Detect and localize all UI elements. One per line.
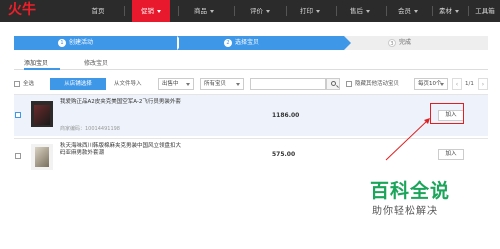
import-from-file-button[interactable]: 从文件导入 — [114, 78, 142, 90]
nav-label: 首页 — [91, 7, 105, 15]
chevron-down-icon — [210, 9, 214, 13]
product-thumbnail[interactable] — [31, 101, 53, 127]
step-arrow — [179, 36, 186, 50]
chevron-down-icon — [186, 83, 190, 86]
nav-divider — [234, 6, 235, 16]
nav-item-reviews[interactable]: 评价 — [240, 0, 280, 22]
nav-divider — [124, 6, 125, 16]
page-size-select[interactable]: 每页10个 — [414, 78, 448, 90]
page-size-value: 每页10个 — [418, 81, 442, 87]
page-indicator: 1/1 — [465, 81, 474, 87]
nav-label: 售后 — [350, 7, 363, 15]
select-all-label: 全选 — [23, 81, 35, 87]
product-price: 1186.00 — [272, 112, 300, 119]
item-tabs: 添加宝贝 修改宝贝 — [14, 58, 488, 70]
product-price: 575.00 — [272, 151, 296, 158]
product-image — [34, 105, 50, 125]
step-select-items: 2 选择宝贝 — [174, 36, 344, 50]
product-checkbox[interactable] — [15, 112, 21, 118]
nav-item-home[interactable]: 首页 — [80, 0, 116, 22]
nav-label: 商品 — [194, 7, 207, 15]
step-create-activity: 1 创建活动 — [14, 36, 179, 50]
nav-item-toolbox[interactable]: 工具箱 — [472, 0, 498, 22]
nav-item-aftersales[interactable]: 售后 — [340, 0, 380, 22]
nav-item-promotion[interactable]: 促销 — [132, 0, 170, 22]
product-title[interactable]: 秋天海味西川韩版棉麻夹克男装中国风立领盘扣大码亚麻男款外套潮 — [60, 143, 185, 157]
step-progress: 1 创建活动 3 完成 2 选择宝贝 — [14, 36, 488, 50]
nav-divider — [336, 6, 337, 16]
hide-other-activity-label: 隐藏其他活动宝贝 — [355, 81, 400, 87]
nav-divider — [432, 6, 433, 16]
hide-other-activity-checkbox[interactable] — [346, 81, 352, 87]
nav-item-materials[interactable]: 素材 — [434, 0, 464, 22]
status-select-value: 出售中 — [162, 81, 179, 87]
tab-add-items[interactable]: 添加宝贝 — [24, 58, 60, 70]
nav-label: 打印 — [300, 7, 313, 15]
nav-label: 素材 — [439, 7, 452, 15]
chevron-down-icon — [316, 9, 320, 13]
brand-logo[interactable]: 火牛 — [8, 2, 36, 18]
step-number: 3 — [388, 38, 396, 47]
chevron-down-icon — [236, 83, 240, 86]
select-from-store-button[interactable]: 从店铺选择 — [50, 78, 106, 90]
nav-divider — [178, 6, 179, 16]
chevron-down-icon — [366, 9, 370, 13]
product-row: 秋天海味西川韩版棉麻夹克男装中国风立领盘扣大码亚麻男款外套潮 575.00 加入 — [14, 138, 488, 172]
step-number: 1 — [58, 38, 66, 47]
filter-toolbar: 全选 从店铺选择 从文件导入 出售中 所有宝贝 隐藏其他活动宝贝 每页10个 ‹… — [14, 78, 488, 90]
product-image — [35, 147, 49, 167]
chevron-down-icon — [414, 9, 418, 13]
tab-label: 添加宝贝 — [24, 60, 49, 67]
search-input[interactable] — [250, 78, 326, 90]
product-thumbnail[interactable] — [31, 144, 53, 170]
annotation-highlight-box — [430, 103, 464, 124]
chevron-down-icon — [266, 9, 270, 13]
nav-item-members[interactable]: 会员 — [388, 0, 428, 22]
select-all-checkbox[interactable] — [14, 81, 20, 87]
nav-item-products[interactable]: 商品 — [184, 0, 224, 22]
product-checkbox[interactable] — [15, 153, 21, 159]
category-select[interactable]: 所有宝贝 — [200, 78, 244, 90]
tab-label: 修改宝贝 — [84, 60, 109, 67]
status-select[interactable]: 出售中 — [158, 78, 194, 90]
chevron-down-icon — [440, 83, 444, 86]
product-row: 我爱购正品A2皮夹克美国空军A-2飞行员男装外套 商家编码：1001449119… — [14, 94, 488, 136]
nav-divider — [286, 6, 287, 16]
category-select-value: 所有宝贝 — [204, 81, 227, 87]
step-label: 完成 — [399, 39, 412, 46]
chevron-down-icon — [157, 9, 161, 13]
step-arrow — [344, 36, 351, 50]
nav-label: 工具箱 — [475, 7, 495, 15]
tab-edit-items[interactable]: 修改宝贝 — [84, 58, 120, 70]
nav-divider — [468, 6, 469, 16]
search-icon — [331, 81, 336, 86]
chevron-down-icon — [455, 9, 459, 13]
product-title[interactable]: 我爱购正品A2皮夹克美国空军A-2飞行员男装外套 — [60, 99, 185, 106]
step-label: 选择宝贝 — [235, 39, 260, 46]
step-label: 创建活动 — [69, 39, 94, 46]
nav-label: 促销 — [141, 7, 154, 15]
top-nav-bar: 火牛 首页 促销 商品 评价 打印 售后 会员 素材 工具箱 — [0, 0, 500, 22]
watermark-title: 百科全说 — [370, 180, 451, 202]
step-number: 2 — [224, 38, 232, 47]
next-page-button[interactable]: › — [478, 78, 488, 90]
watermark-subtitle: 助你轻松解决 — [372, 206, 438, 217]
add-item-button[interactable]: 加入 — [438, 149, 464, 160]
nav-item-print[interactable]: 打印 — [290, 0, 330, 22]
nav-label: 评价 — [250, 7, 263, 15]
nav-divider — [386, 6, 387, 16]
step-complete: 3 完成 — [344, 36, 488, 50]
nav-label: 会员 — [398, 7, 411, 15]
search-button[interactable] — [326, 78, 340, 90]
product-code: 商家编码：10014491198 — [60, 126, 120, 132]
prev-page-button[interactable]: ‹ — [452, 78, 462, 90]
